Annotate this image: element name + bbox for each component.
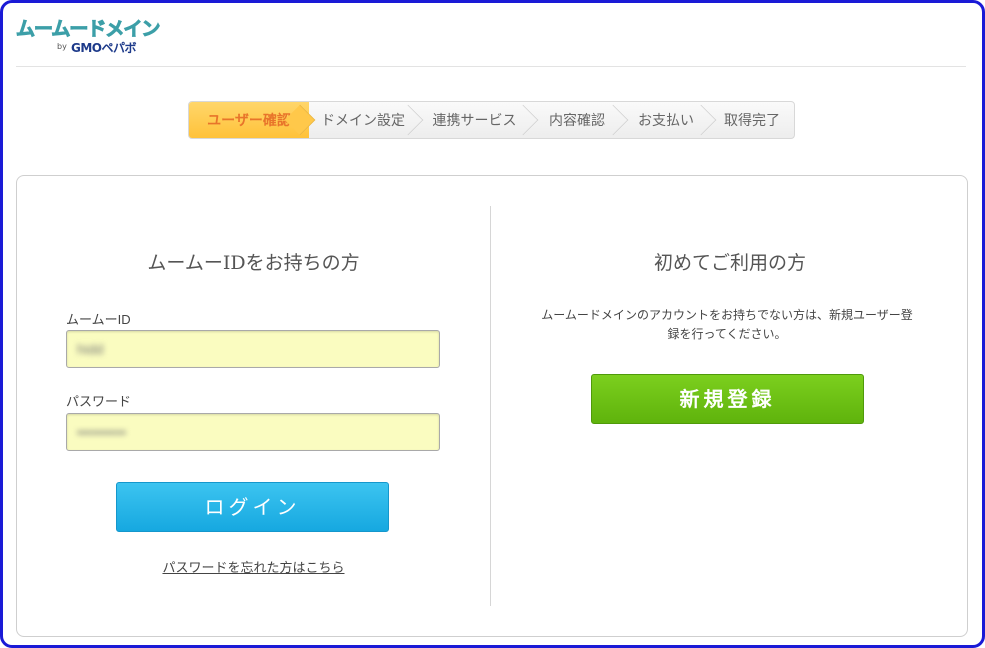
step-review: 内容確認 <box>532 102 629 138</box>
password-label: パスワード <box>66 394 132 409</box>
logo-by: by <box>57 42 67 51</box>
progress-steps: ユーザー確認 ドメイン設定 連携サービス 内容確認 お支払い 取得完了 <box>188 101 795 139</box>
logo-wordmark: ムームードメイン <box>15 18 160 41</box>
id-input[interactable]: hidd <box>66 330 440 368</box>
password-input-value: •••••••••• <box>77 424 127 440</box>
logo[interactable]: ムームードメイン by GMOペパボ <box>15 14 176 58</box>
login-title: ムームーIDをお持ちの方 <box>147 252 360 274</box>
step-payment: お支払い <box>622 102 717 138</box>
step-label: ユーザー確認 <box>207 112 291 128</box>
step-user-confirm: ユーザー確認 <box>189 102 316 138</box>
step-label: 連携サービス <box>432 112 517 128</box>
id-label: ムームーID <box>66 312 131 327</box>
login-button[interactable]: ログイン <box>116 482 389 532</box>
register-button[interactable]: 新規登録 <box>591 374 864 424</box>
step-label: 内容確認 <box>549 112 605 128</box>
register-description: ムームードメインのアカウントをお持ちでない方は、新規ユーザー登録を行ってください… <box>541 308 913 341</box>
register-title: 初めてご利用の方 <box>653 252 806 274</box>
password-input[interactable]: •••••••••• <box>66 413 440 451</box>
login-panel: ムームーIDをお持ちの方 ムームーID hidd パスワード •••••••••… <box>16 175 968 637</box>
header-divider <box>16 66 966 67</box>
step-domain-settings: ドメイン設定 <box>309 102 424 138</box>
step-complete: 取得完了 <box>710 102 794 138</box>
forgot-password-link[interactable]: パスワードを忘れた方はこちら <box>17 557 490 576</box>
step-linked-services: 連携サービス <box>417 102 539 138</box>
id-input-value: hidd <box>77 341 104 357</box>
step-label: 取得完了 <box>724 112 780 128</box>
window-frame: ムームードメイン by GMOペパボ ユーザー確認 ドメイン設定 連携サービス … <box>0 0 985 648</box>
logo-company: GMOペパボ <box>71 41 137 55</box>
